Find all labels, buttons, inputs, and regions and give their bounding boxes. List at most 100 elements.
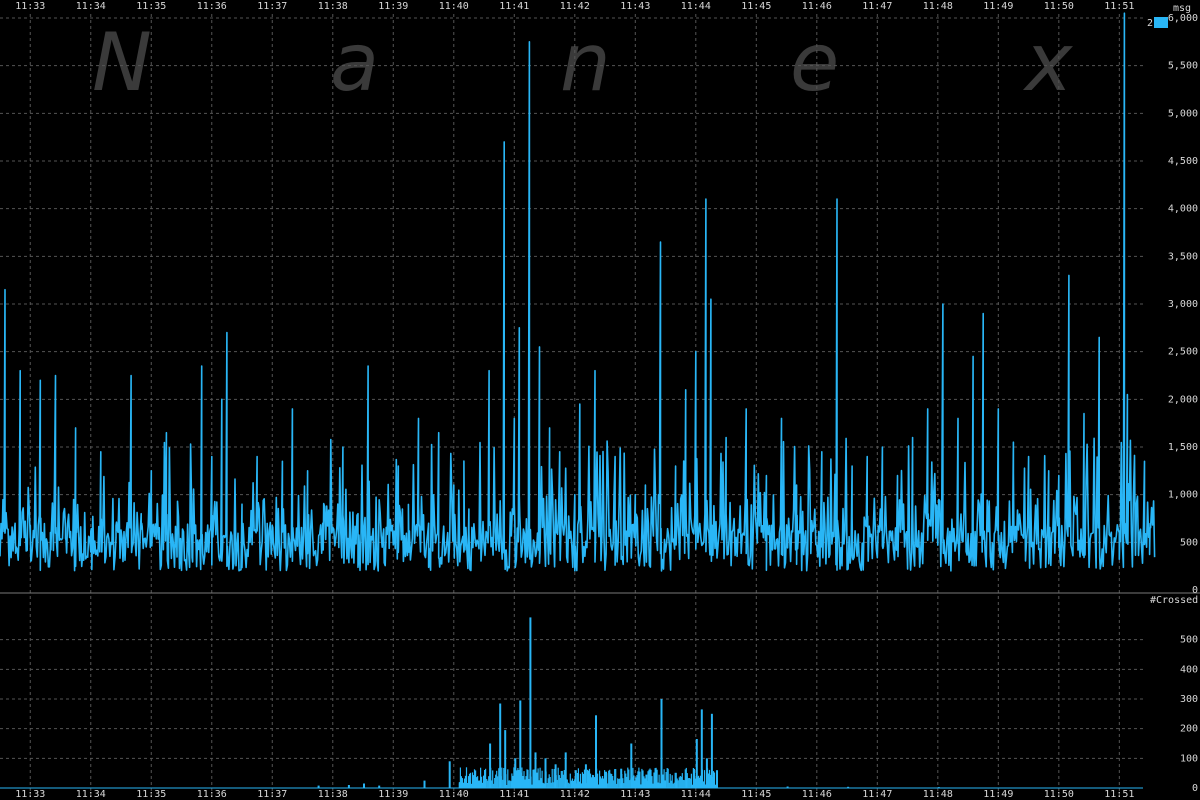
y-tick-label-top: 5,000 (1168, 108, 1198, 119)
y-tick-label-top: 1,000 (1168, 490, 1198, 501)
crossed-bar (593, 777, 596, 788)
crossed-bar (544, 758, 547, 788)
y-tick-label-top: 1,500 (1168, 442, 1198, 453)
crossed-bar (653, 772, 655, 788)
crossed-bar (521, 767, 523, 788)
x-tick-label-bottom: 11:49 (983, 789, 1013, 800)
y-tick-label-top: 0 (1192, 585, 1198, 596)
crossed-bar (695, 739, 698, 788)
y-tick-label-top: 3,000 (1168, 299, 1198, 310)
crossed-bar (497, 776, 499, 788)
crossed-bar (617, 778, 619, 788)
x-tick-label-top: 11:38 (318, 1, 348, 12)
y-tick-label-top: 4,000 (1168, 204, 1198, 215)
crossed-bar (710, 713, 713, 788)
watermark-letter: e (790, 16, 839, 109)
x-tick-label-top: 11:34 (76, 1, 106, 12)
watermark-letter: N (92, 16, 152, 109)
x-tick-label-top: 11:43 (620, 1, 650, 12)
x-tick-label-bottom: 11:35 (136, 789, 166, 800)
crossed-bar (485, 768, 487, 788)
crossed-bar (685, 776, 688, 788)
x-tick-label-bottom: 11:44 (681, 789, 711, 800)
x-tick-label-bottom: 11:43 (620, 789, 650, 800)
y-tick-label-top: 5,500 (1168, 61, 1198, 72)
crossed-bar (630, 743, 633, 788)
x-tick-label-bottom: 11:41 (499, 789, 529, 800)
x-tick-label-top: 11:39 (378, 1, 408, 12)
x-tick-label-top: 11:48 (923, 1, 953, 12)
x-tick-label-bottom: 11:47 (862, 789, 892, 800)
legend-swatch (1154, 17, 1168, 28)
market-data-chart: Nanex msg #Crossed 2 11:3311:3311:3411:3… (0, 0, 1200, 800)
x-tick-label-bottom: 11:36 (197, 789, 227, 800)
y-tick-label-top: 2,000 (1168, 394, 1198, 405)
crossed-bar (595, 715, 597, 788)
x-tick-label-top: 11:45 (741, 1, 771, 12)
crossed-bar (584, 764, 587, 788)
x-tick-label-top: 11:44 (681, 1, 711, 12)
crossed-bar (499, 703, 502, 788)
watermark-letter: n (560, 16, 611, 109)
x-tick-label-top: 11:36 (197, 1, 227, 12)
crossed-bar (509, 780, 511, 788)
crossed-bar (605, 771, 607, 788)
y-tick-label-top: 2,500 (1168, 347, 1198, 358)
crossed-bar (557, 767, 559, 788)
crossed-bar (504, 730, 507, 788)
crossed-bar (660, 699, 663, 788)
crossed-bar (629, 780, 631, 788)
crossed-bar (529, 617, 532, 788)
crossed-bar (534, 752, 537, 788)
x-tick-label-bottom: 11:46 (802, 789, 832, 800)
x-tick-label-top: 11:35 (136, 1, 166, 12)
x-tick-label-bottom: 11:48 (923, 789, 953, 800)
crossed-bar (473, 769, 476, 788)
legend-label: 2 (1147, 18, 1153, 29)
crossed-bar (519, 700, 522, 788)
crossed-bar (564, 752, 567, 788)
x-tick-label-bottom: 11:37 (257, 789, 287, 800)
crossed-bar (641, 768, 643, 788)
x-tick-label-bottom: 11:40 (439, 789, 469, 800)
x-tick-label-top: 11:37 (257, 1, 287, 12)
x-tick-label-top: 11:40 (439, 1, 469, 12)
y-tick-label-bottom: 300 (1180, 694, 1198, 705)
x-tick-label-top: 11:49 (983, 1, 1013, 12)
x-tick-label-bottom: 11:33 (15, 789, 45, 800)
x-tick-label-bottom: 11:42 (560, 789, 590, 800)
crossed-bar (677, 780, 679, 788)
crossed-bar (675, 780, 678, 788)
x-tick-label-top: 11:50 (1044, 1, 1074, 12)
x-tick-label-bottom: 11:50 (1044, 789, 1074, 800)
crossed-bar (574, 770, 577, 788)
y-tick-label-bottom: 500 (1180, 635, 1198, 646)
x-tick-label-top: 11:51 (1104, 1, 1134, 12)
crossed-bar (458, 783, 461, 788)
x-tick-label-top: 11:42 (560, 1, 590, 12)
crossed-bar (581, 772, 583, 788)
x-tick-label-bottom: 11:45 (741, 789, 771, 800)
crossed-bar (461, 778, 463, 788)
watermark-letter: a (330, 16, 379, 109)
x-tick-label-top: 11:41 (499, 1, 529, 12)
x-tick-label-bottom: 11:38 (318, 789, 348, 800)
crossed-bar (705, 758, 708, 788)
crossed-bar (514, 758, 517, 788)
y-tick-label-bottom: 400 (1180, 664, 1198, 675)
crossed-bar (554, 764, 557, 788)
crossed-bar (716, 770, 718, 788)
y-tick-label-top: 500 (1180, 537, 1198, 548)
y-tick-label-top: 3,500 (1168, 251, 1198, 262)
x-tick-label-bottom: 11:51 (1104, 789, 1134, 800)
y-tick-label-top: 6,000 (1168, 13, 1198, 24)
crossed-bar (533, 769, 535, 788)
y-tick-label-bottom: 100 (1180, 753, 1198, 764)
y-tick-label-bottom: 0 (1192, 783, 1198, 794)
x-tick-label-bottom: 11:34 (76, 789, 106, 800)
crossed-bar (423, 780, 426, 788)
crossed-bar (689, 778, 691, 788)
crossed-bar (468, 777, 471, 788)
crossed-bar (448, 761, 451, 788)
y-tick-label-top: 4,500 (1168, 156, 1198, 167)
